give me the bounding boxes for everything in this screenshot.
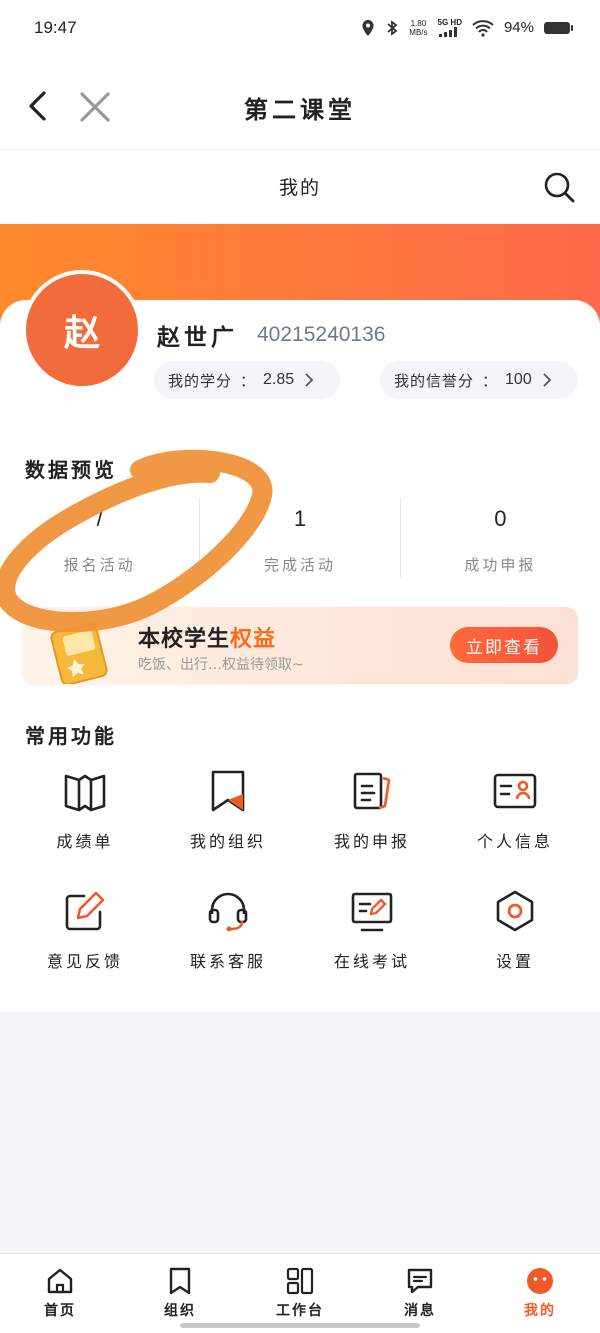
- function-my-organization[interactable]: 我的组织: [168, 768, 288, 868]
- function-settings[interactable]: 设置: [455, 888, 575, 988]
- credits-label: 我的学分: [168, 371, 233, 390]
- function-label: 意见反馈: [46, 952, 123, 971]
- net-speed: 1.80 MB/s: [409, 19, 427, 37]
- benefits-promo-banner[interactable]: 本校学生权益 吃饭、出行…权益待领取~ 立即查看: [22, 607, 578, 684]
- search-icon[interactable]: [542, 170, 576, 204]
- function-my-applications[interactable]: 我的申报: [312, 768, 432, 868]
- status-time: 19:47: [34, 18, 77, 37]
- monitor-icon: [351, 892, 393, 932]
- page-title: 第二课堂: [244, 96, 356, 124]
- tab-label: 消息: [404, 1303, 436, 1319]
- functions-grid: 成绩单 我的组织 我的申报 个人信息 意见反馈 联系客服 在线考试 设置: [0, 768, 600, 988]
- tab-label: 组织: [164, 1303, 196, 1319]
- avatar[interactable]: 赵: [22, 270, 142, 390]
- function-transcript[interactable]: 成绩单: [25, 768, 145, 868]
- tab-workbench[interactable]: 工作台: [240, 1254, 360, 1333]
- status-bar: 19:47 1.80 MB/s 5G HD 94%: [0, 0, 600, 62]
- tab-organization[interactable]: 组织: [120, 1254, 240, 1333]
- function-label: 成绩单: [56, 832, 114, 851]
- id-card-icon: [493, 773, 537, 809]
- stat-completed-activities[interactable]: 1 完成活动: [199, 498, 399, 578]
- function-label: 设置: [495, 952, 534, 971]
- bottom-tab-bar: 首页 组织 工作台 消息 我的: [0, 1253, 600, 1333]
- function-label: 个人信息: [476, 832, 553, 851]
- credit-score-label: 我的信誉分: [394, 371, 475, 390]
- stat-label: 报名活动: [63, 556, 136, 574]
- credit-score-value: 100: [505, 371, 532, 388]
- credit-score-pill[interactable]: 我的信誉分 ： 100: [380, 361, 578, 399]
- edit-icon: [65, 891, 105, 931]
- stat-label: 成功申报: [464, 556, 537, 574]
- book-icon: [64, 774, 106, 812]
- stat-value: 0: [494, 506, 507, 531]
- section-header-title: 我的: [278, 177, 321, 199]
- tab-label: 我的: [524, 1303, 556, 1319]
- nav-bar: 第二课堂: [0, 62, 600, 150]
- tab-label: 首页: [44, 1303, 76, 1319]
- stat-successful-applications[interactable]: 0 成功申报: [399, 498, 600, 578]
- gift-card-icon: [50, 622, 108, 684]
- battery-icon: [544, 21, 573, 34]
- wifi-icon: [472, 19, 494, 37]
- smiley-icon: [527, 1268, 553, 1294]
- bookmark-icon: [211, 770, 245, 812]
- promo-title-highlight: 权益: [230, 627, 277, 652]
- location-icon: [362, 19, 374, 36]
- function-label: 在线考试: [333, 952, 410, 971]
- battery-level: 94%: [503, 19, 534, 36]
- bluetooth-icon: [387, 19, 398, 36]
- function-label: 我的申报: [333, 832, 410, 851]
- credits-pill[interactable]: 我的学分 ： 2.85: [154, 361, 340, 399]
- promo-subtitle: 吃饭、出行…权益待领取~: [138, 657, 304, 673]
- stat-registered-activities[interactable]: / 报名活动: [0, 498, 199, 578]
- function-feedback[interactable]: 意见反馈: [25, 888, 145, 988]
- tab-messages[interactable]: 消息: [360, 1254, 480, 1333]
- signal-icon: [438, 27, 457, 37]
- net-speed-value: 1.80: [410, 18, 427, 28]
- document-icon: [353, 772, 391, 810]
- tab-mine[interactable]: 我的: [480, 1254, 600, 1333]
- net-speed-unit: MB/s: [409, 27, 428, 37]
- student-id: 40215240136: [257, 323, 386, 346]
- function-label: 我的组织: [189, 832, 266, 851]
- headset-icon: [208, 892, 248, 932]
- stat-label: 完成活动: [263, 556, 336, 574]
- stats-row: / 报名活动 1 完成活动 0 成功申报: [0, 498, 600, 578]
- credits-separator: ：: [240, 371, 256, 390]
- function-personal-info[interactable]: 个人信息: [455, 768, 575, 868]
- status-icons: 1.80 MB/s 5G HD 94%: [361, 18, 573, 37]
- bookmark-icon: [169, 1267, 191, 1295]
- credit-score-separator: ：: [482, 371, 498, 390]
- function-contact-support[interactable]: 联系客服: [168, 888, 288, 988]
- settings-icon: [496, 890, 534, 932]
- home-icon: [47, 1268, 73, 1294]
- stat-value: /: [96, 506, 103, 531]
- user-name: 赵世广: [157, 325, 238, 351]
- function-online-exam[interactable]: 在线考试: [312, 888, 432, 988]
- home-indicator[interactable]: [180, 1323, 420, 1328]
- data-preview-title: 数据预览: [25, 458, 117, 482]
- promo-title: 本校学生权益: [138, 621, 276, 653]
- chevron-right-icon: [305, 373, 314, 387]
- credits-value: 2.85: [263, 371, 295, 388]
- message-icon: [407, 1268, 433, 1294]
- tab-home[interactable]: 首页: [0, 1254, 120, 1333]
- stat-value: 1: [293, 506, 307, 531]
- sub-header: 我的: [0, 150, 600, 224]
- common-functions-title: 常用功能: [25, 724, 117, 748]
- grid-icon: [286, 1267, 314, 1295]
- chevron-right-icon: [543, 373, 552, 387]
- signal-label: 5G HD: [437, 18, 462, 27]
- view-now-button[interactable]: 立即查看: [450, 627, 558, 663]
- promo-title-main: 本校学生: [138, 627, 231, 652]
- signal-indicator: 5G HD: [438, 18, 462, 37]
- function-label: 联系客服: [189, 952, 266, 971]
- tab-label: 工作台: [276, 1303, 324, 1319]
